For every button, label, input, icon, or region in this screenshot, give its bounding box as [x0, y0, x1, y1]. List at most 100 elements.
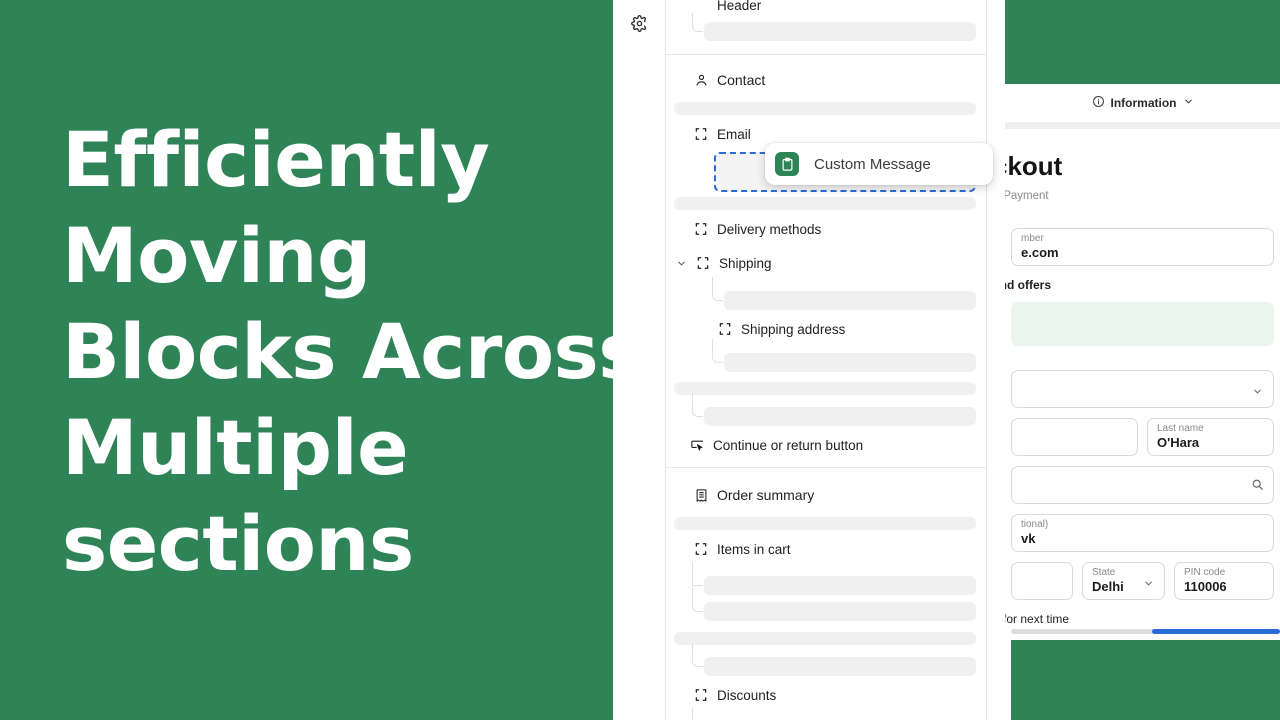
receipt-icon	[690, 488, 712, 503]
clipboard-icon	[775, 152, 799, 176]
city-field[interactable]	[1011, 562, 1073, 600]
tree-item-order-summary[interactable]: Order summary	[666, 478, 986, 512]
breadcrumb-current: Payment	[1005, 190, 1049, 202]
chevron-down-icon-svg	[677, 261, 685, 265]
pin-code-field[interactable]: PIN code 110006	[1174, 562, 1274, 600]
editor-left-rail	[613, 0, 665, 720]
info-icon-svg	[1092, 96, 1104, 107]
block-tree[interactable]: Header Contact Email Delivery methods Sh…	[665, 0, 987, 720]
tree-section-order-summary: Order summary Items in cart Discounts	[666, 468, 986, 720]
block-icon	[690, 222, 712, 236]
left-title-panel: Efficiently Moving Blocks Across Multipl…	[0, 0, 644, 720]
preview-bottom-banner	[1011, 640, 1280, 720]
chevron-down-icon[interactable]	[1252, 384, 1263, 402]
tree-item-label: Delivery methods	[717, 221, 822, 237]
cursor-button-icon-svg	[690, 440, 703, 450]
country-field[interactable]	[1011, 370, 1274, 408]
last-name-value: O'Hara	[1157, 435, 1200, 450]
settings-button[interactable]	[626, 10, 652, 36]
headline-line-1: Efficiently	[62, 115, 490, 204]
state-field[interactable]: State Delhi	[1082, 562, 1165, 600]
placeholder-bar	[712, 277, 976, 310]
pin-code-value: 110006	[1184, 579, 1227, 594]
email-field[interactable]: mber e.com	[1011, 228, 1274, 266]
person-icon-svg	[696, 74, 706, 86]
tree-item-items-in-cart[interactable]: Items in cart	[666, 535, 986, 563]
block-icon	[692, 256, 714, 270]
headline-line-2: Moving	[62, 211, 371, 300]
page-title: Efficiently Moving Blocks Across Multipl…	[62, 112, 644, 592]
placeholder-bar	[692, 393, 976, 426]
tree-item-label: Shipping	[719, 255, 772, 271]
save-info-text: n for next time	[1005, 612, 1070, 626]
info-icon	[1092, 95, 1105, 111]
placeholder-bar	[712, 339, 976, 372]
block-icon	[690, 127, 712, 141]
apartment-value: vk	[1021, 531, 1036, 546]
offers-text: and offers	[1005, 278, 1052, 292]
chevron-down-icon[interactable]	[674, 258, 688, 269]
tree-item-contact[interactable]: Contact	[666, 63, 986, 97]
placeholder-bar	[692, 588, 976, 621]
promo-banner	[1011, 302, 1274, 346]
block-icon-svg	[695, 128, 707, 140]
apartment-field[interactable]: tional) vk	[1011, 514, 1274, 552]
information-label: Information	[1110, 96, 1177, 110]
headline-line-4: Multiple	[62, 403, 409, 492]
tree-item-header[interactable]: Header	[666, 0, 986, 10]
placeholder-bar	[692, 643, 976, 676]
block-icon-svg	[695, 689, 707, 701]
name-row: Last name O'Hara	[1011, 408, 1274, 456]
block-icon-svg	[719, 323, 731, 335]
tree-item-label: Continue or return button	[713, 437, 864, 453]
pin-code-label: PIN code	[1184, 567, 1226, 578]
state-value: Delhi	[1092, 579, 1124, 594]
last-name-field[interactable]: Last name O'Hara	[1147, 418, 1274, 456]
search-icon[interactable]	[1251, 478, 1264, 496]
horizontal-scrollbar[interactable]	[1011, 629, 1280, 634]
headline-line-3: Blocks Across	[62, 307, 644, 396]
drag-ghost-label: Custom Message	[814, 155, 931, 173]
checkout-heading: ckout	[1005, 151, 1063, 181]
address-field[interactable]	[1011, 466, 1274, 504]
block-icon-svg	[695, 223, 707, 235]
scrollbar-thumb[interactable]	[1152, 629, 1280, 634]
tree-item-label: Email	[717, 126, 751, 142]
placeholder-bar	[692, 13, 976, 41]
preview-form: ckout › Payment mber e.com and offers	[1005, 129, 1280, 630]
tree-item-continue-or-return-button[interactable]: Continue or return button	[666, 431, 986, 459]
placeholder-bar	[674, 382, 976, 395]
chevron-down-icon-svg	[1184, 99, 1192, 104]
placeholder-bar	[674, 102, 976, 115]
placeholder-bar	[692, 562, 976, 595]
preview-divider	[1005, 122, 1280, 129]
receipt-icon-svg	[696, 488, 706, 502]
information-toggle[interactable]: Information	[1005, 84, 1280, 122]
placeholder-bar	[674, 632, 976, 645]
preview-top-banner	[1005, 0, 1280, 84]
block-icon	[690, 688, 712, 702]
block-icon-svg	[695, 543, 707, 555]
tree-item-delivery-methods[interactable]: Delivery methods	[666, 215, 986, 243]
chevron-down-icon[interactable]	[1183, 96, 1194, 110]
apartment-label: tional)	[1021, 519, 1049, 530]
drag-ghost-chip[interactable]: Custom Message	[765, 143, 993, 185]
clipboard-icon-svg	[782, 157, 792, 171]
editor-panel: Header Contact Email Delivery methods Sh…	[613, 0, 1005, 720]
tree-item-shipping[interactable]: Shipping	[666, 249, 986, 277]
email-field-label: mber	[1021, 233, 1044, 244]
chevron-down-icon-svg	[1254, 389, 1261, 394]
checkout-preview-panel: Information ckout › Payment mber e.com a…	[1005, 0, 1280, 720]
tree-item-discounts[interactable]: Discounts	[666, 681, 986, 709]
tree-section-header: Header	[666, 0, 986, 55]
last-name-label: Last name	[1157, 423, 1204, 434]
tree-item-label: Shipping address	[741, 321, 846, 337]
tree-item-label: Order summary	[717, 487, 815, 503]
placeholder-bar	[674, 517, 976, 530]
screen-root: Efficiently Moving Blocks Across Multipl…	[0, 0, 1280, 720]
city-state-pin-row: State Delhi PIN code 110006	[1011, 552, 1274, 600]
first-name-field[interactable]	[1011, 418, 1138, 456]
person-icon	[690, 73, 712, 88]
chevron-down-icon[interactable]	[1143, 576, 1154, 594]
tree-item-label: Header	[717, 0, 762, 10]
